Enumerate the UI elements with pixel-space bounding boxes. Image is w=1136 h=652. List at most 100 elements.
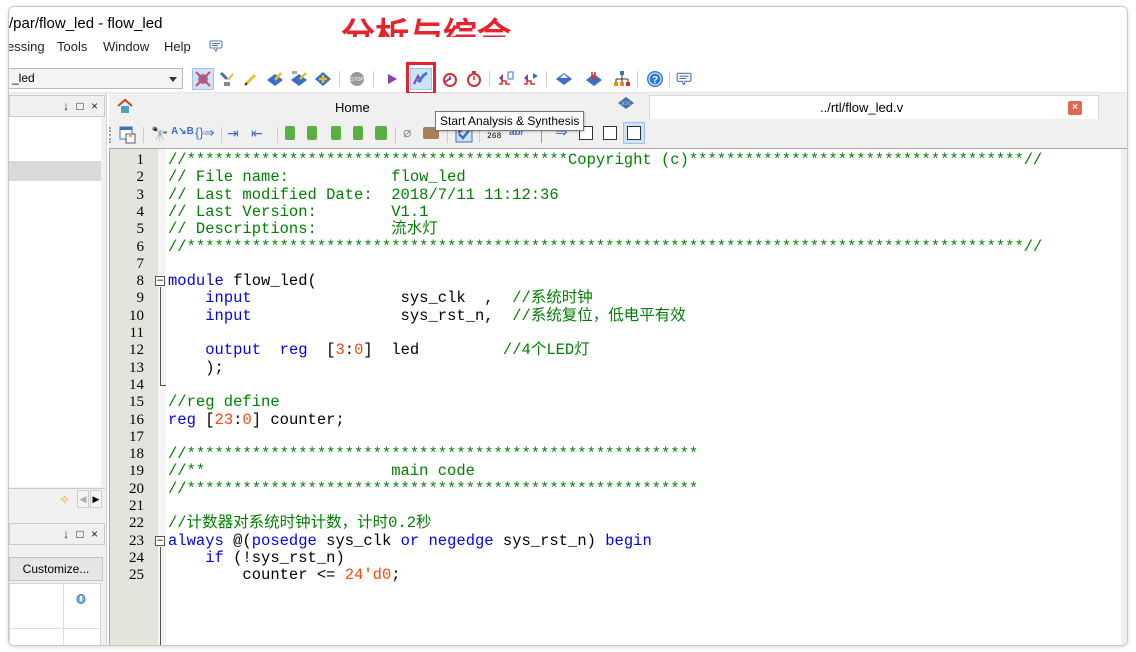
hierarchy-button[interactable] [611,68,633,90]
code-line[interactable]: 12 output reg [3:0] led //4个LED灯 [110,342,1120,359]
code-line[interactable]: 8− module flow_led( [110,273,1120,290]
navigator-tree[interactable] [9,117,101,487]
assignment-editor-button[interactable] [312,68,334,90]
toolbar-separator [669,71,670,87]
code-line[interactable]: 13 ); [110,359,1120,377]
customize-button[interactable]: Customize... [9,557,103,581]
attach-icon[interactable]: ⌀ [403,124,411,141]
tab-flow-led-v[interactable]: abc ../rtl/flow_led.v × [618,95,1099,119]
code-line[interactable]: 20 //************************************… [110,480,1120,498]
signaltap-icon [499,71,514,85]
code-line[interactable]: 16 reg [23:0] counter; [110,411,1120,429]
chip-planner-button[interactable] [216,68,238,90]
code-line[interactable]: 21 [110,498,1120,515]
title-bar: /par/flow_led - flow_led [9,7,1127,37]
previous-bookmark-icon[interactable] [331,126,341,140]
code-line[interactable]: 24 if (!sys_rst_n) [110,549,1120,567]
toolbar-separator [395,127,396,143]
decrease-indent-icon[interactable]: ⇤ [251,125,263,142]
panel-window-controls[interactable]: ↓ □ × [63,99,100,113]
svg-text:?: ? [652,75,658,86]
code-line[interactable]: 19 //** main code [110,463,1120,480]
next-bookmark-icon[interactable] [307,126,317,140]
feedback-icon[interactable] [209,40,223,52]
clear-all-bookmarks-icon[interactable] [375,126,387,140]
selected-tree-item[interactable] [9,161,101,181]
project-navigator-panel: ↓ □ × ✧ ◀ ▶ ↓ □ × Customize... [9,93,107,645]
menu-processing[interactable]: essing [9,39,45,54]
scroll-left-icon[interactable]: ◀ [77,490,89,508]
window-title: /par/flow_led - flow_led [9,15,163,32]
code-line[interactable]: 14 [110,377,1120,394]
code-text: input sys_clk , //系统时钟 [168,290,593,307]
fold-toggle-icon[interactable]: − [155,535,165,546]
code-text: ); [168,359,224,377]
code-line[interactable]: 2 // File name: flow_led [110,169,1120,186]
timing-analyzer-button[interactable] [439,68,461,90]
close-tab-icon[interactable]: × [1068,101,1082,115]
rtl-viewer-button[interactable] [583,68,605,90]
feedback-button[interactable] [673,68,695,90]
toolbar-separator [637,71,638,87]
code-line[interactable]: 10 input sys_rst_n, //系统复位，低电平有效 [110,307,1120,325]
menu-help[interactable]: Help [164,39,191,54]
code-text: //reg define [168,394,280,411]
increase-indent-icon[interactable]: ⇥ [227,125,239,142]
clear-bookmark-icon[interactable] [353,126,363,140]
navigator-tab-strip: ✧ ◀ ▶ [9,488,105,510]
code-editor[interactable]: 1 //*************************************… [109,149,1121,645]
chip-planner-icon [219,71,234,86]
stop-button[interactable]: STOP [346,68,368,90]
code-line[interactable]: 23− always @(posedge sys_clk or negedge s… [110,532,1120,550]
goto-icon[interactable]: {}⇒ [195,125,215,141]
line-number: 14 [129,376,144,393]
toggle-view-button[interactable] [623,122,645,144]
code-line[interactable]: 7 [110,256,1120,273]
code-line[interactable]: 11 [110,325,1120,342]
code-token: 0 [354,341,364,360]
scroll-right-icon[interactable]: ▶ [90,490,102,508]
start-compilation-button[interactable] [381,68,403,90]
menu-window[interactable]: Window [103,39,149,54]
insert-template-icon[interactable] [119,126,137,144]
expand-all-icon[interactable] [603,126,617,140]
netlist-viewer-button[interactable] [553,68,575,90]
magic-wand-icon[interactable]: ✧ [59,492,70,508]
toolbar-separator [277,127,278,143]
pin-planner-button[interactable] [192,68,214,90]
code-token: module [168,272,224,291]
chevron-down-icon[interactable] [169,77,177,82]
code-token: //**************************************… [168,445,699,464]
timequest-button[interactable] [463,68,485,90]
programmer-button[interactable] [288,68,310,90]
compile-design-button[interactable] [264,68,286,90]
code-line[interactable]: 9 input sys_clk , //系统时钟 [110,290,1120,307]
code-line[interactable]: 6 //*************************************… [110,238,1120,256]
help-button[interactable]: ? [644,68,666,90]
find-replace-icon[interactable]: A↘B [171,126,194,137]
code-line[interactable]: 3 // Last modified Date: 2018/7/11 11:12:… [110,186,1120,204]
signaltap-button[interactable] [495,68,517,90]
code-line[interactable]: 1 //*************************************… [110,152,1120,169]
simulation-button[interactable] [520,68,542,90]
find-icon[interactable]: 🔭 [151,126,168,143]
panel-window-controls[interactable]: ↓ □ × [63,527,100,541]
code-text: // Last Version: V1.1 [168,203,428,221]
code-line[interactable]: 18 //************************************… [110,446,1120,463]
code-line[interactable]: 15 //reg define [110,394,1120,411]
code-line[interactable]: 22 //计数器对系统时钟计数，计时0.2秒 [110,515,1120,532]
top-level-entity-select[interactable]: _led [9,68,183,89]
code-line[interactable]: 17 [110,429,1120,446]
code-text: module flow_led( [168,273,317,290]
fold-toggle-icon[interactable]: − [155,276,165,287]
toolbar-grip-handle[interactable] [109,127,112,143]
code-line[interactable]: 5 // Descriptions: 流水灯 [110,221,1120,238]
toggle-bookmark-icon[interactable] [285,126,295,140]
code-line[interactable]: 25 counter <= 24'd0; [110,567,1120,584]
menu-tools[interactable]: Tools [57,39,87,54]
code-token: reg [279,341,308,360]
design-partition-button[interactable] [240,68,262,90]
code-line[interactable]: 4 // Last Version: V1.1 [110,203,1120,221]
